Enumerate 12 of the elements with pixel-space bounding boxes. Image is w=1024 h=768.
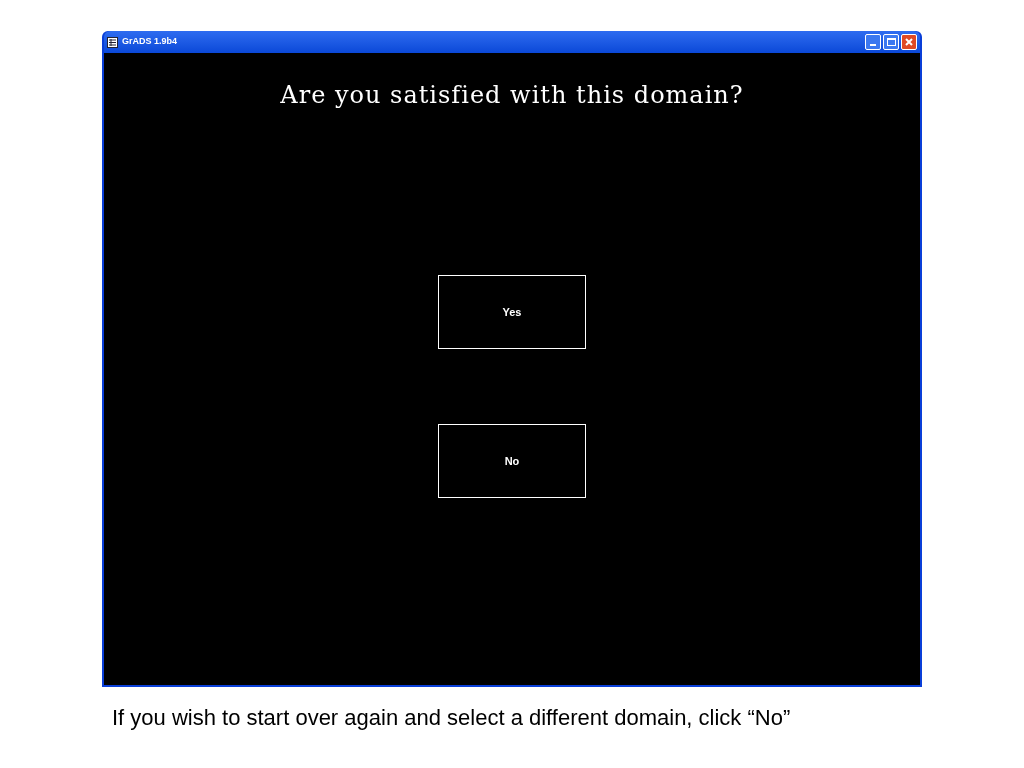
close-button[interactable] (901, 34, 917, 50)
choice-button[interactable]: Yes (438, 275, 586, 349)
minimize-icon (870, 44, 876, 46)
close-icon (905, 38, 913, 46)
maximize-button[interactable] (883, 34, 899, 50)
window-title: GrADS 1.9b4 (122, 35, 178, 49)
prompt-text: Are you satisfied with this domain? (280, 80, 744, 111)
choice-button[interactable]: No (438, 424, 586, 498)
app-icon (107, 36, 118, 48)
caption-text: If you wish to start over again and select a different domain, click “No” (112, 704, 792, 732)
minimize-button[interactable] (865, 34, 881, 50)
maximize-icon (886, 38, 896, 46)
